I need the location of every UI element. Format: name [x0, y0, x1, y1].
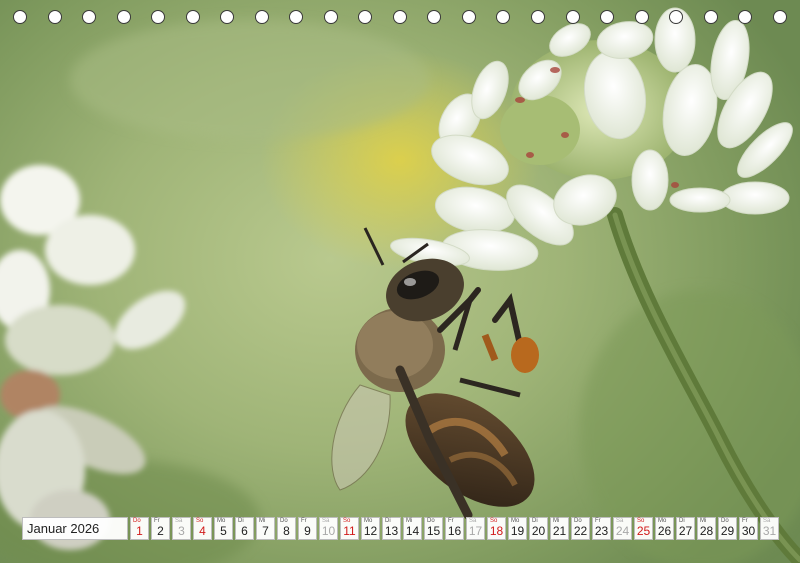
day-number: 22	[573, 524, 588, 538]
day-number: 19	[510, 524, 525, 538]
day-cell: Do 1	[130, 517, 149, 540]
day-cell: So 18	[487, 517, 506, 540]
day-cell: Di 27	[676, 517, 695, 540]
binding-hole	[392, 10, 407, 24]
binding-hole	[772, 10, 787, 24]
day-cell: So 11	[340, 517, 359, 540]
day-number: 29	[720, 524, 735, 538]
day-cell: Mo 26	[655, 517, 674, 540]
binding-hole	[82, 10, 97, 24]
day-number: 13	[384, 524, 399, 538]
binding-hole	[634, 10, 649, 24]
day-cell: Sa 10	[319, 517, 338, 540]
binding-hole	[47, 10, 62, 24]
binding-hole	[358, 10, 373, 24]
day-cell: Fr 2	[151, 517, 170, 540]
day-number: 2	[157, 524, 164, 538]
binding-hole	[703, 10, 718, 24]
binding-hole	[565, 10, 580, 24]
day-number: 6	[241, 524, 248, 538]
day-number: 24	[615, 524, 630, 538]
honeybee	[331, 227, 539, 520]
day-cell: So 4	[193, 517, 212, 540]
binding-hole	[461, 10, 476, 24]
day-number: 20	[531, 524, 546, 538]
day-number: 28	[699, 524, 714, 538]
day-cell: Mo 5	[214, 517, 233, 540]
calendar-strip: Januar 2026 Do 1 Fr 2 Sa 3 So 4 Mo 5 Di 6 Mi 7 Do 8 Fr 9 S…	[22, 517, 779, 540]
day-cell: Sa 3	[172, 517, 191, 540]
binding-hole	[530, 10, 545, 24]
day-number: 1	[136, 524, 143, 538]
day-number: 10	[321, 524, 336, 538]
clover-flower	[390, 7, 793, 271]
day-number: 4	[199, 524, 206, 538]
day-cell: Sa 17	[466, 517, 485, 540]
day-cell: Sa 31	[760, 517, 779, 540]
day-cell: Sa 24	[613, 517, 632, 540]
day-number: 30	[741, 524, 756, 538]
day-number: 26	[657, 524, 672, 538]
day-cell: Fr 30	[739, 517, 758, 540]
photo-bee-on-clover	[0, 7, 800, 563]
day-cell: Di 20	[529, 517, 548, 540]
binding-hole	[220, 10, 235, 24]
day-cell: Mo 12	[361, 517, 380, 540]
day-cell: Mi 14	[403, 517, 422, 540]
day-number: 18	[489, 524, 504, 538]
month-label: Januar 2026	[22, 517, 128, 540]
day-number: 31	[762, 524, 777, 538]
day-number: 23	[594, 524, 609, 538]
binding-holes	[13, 10, 787, 28]
day-number: 16	[447, 524, 462, 538]
day-cell: Mi 21	[550, 517, 569, 540]
binding-hole	[13, 10, 27, 24]
day-cell: Do 8	[277, 517, 296, 540]
day-cell: Mo 19	[508, 517, 527, 540]
binding-hole	[600, 10, 615, 24]
binding-hole	[427, 10, 442, 24]
day-number: 7	[262, 524, 269, 538]
day-cell: Fr 23	[592, 517, 611, 540]
day-cell: Do 29	[718, 517, 737, 540]
day-number: 17	[468, 524, 483, 538]
day-cell: Do 22	[571, 517, 590, 540]
day-number: 12	[363, 524, 378, 538]
day-cell: Fr 16	[445, 517, 464, 540]
day-cell: So 25	[634, 517, 653, 540]
day-number: 25	[636, 524, 651, 538]
day-cells: Do 1 Fr 2 Sa 3 So 4 Mo 5 Di 6 Mi 7 Do 8 Fr 9 Sa 10 So 11 Mo 12 D…	[130, 517, 779, 540]
day-cell: Mi 7	[256, 517, 275, 540]
calendar-page: Januar 2026 Do 1 Fr 2 Sa 3 So 4 Mo 5 Di 6 Mi 7 Do 8 Fr 9 S…	[0, 0, 800, 563]
binding-hole	[669, 10, 684, 24]
binding-hole	[254, 10, 269, 24]
day-number: 27	[678, 524, 693, 538]
day-cell: Di 13	[382, 517, 401, 540]
day-number: 11	[343, 524, 356, 538]
day-number: 8	[283, 524, 290, 538]
day-cell: Mi 28	[697, 517, 716, 540]
binding-hole	[738, 10, 753, 24]
day-number: 15	[426, 524, 441, 538]
day-number: 5	[220, 524, 227, 538]
day-cell: Di 6	[235, 517, 254, 540]
day-number: 14	[405, 524, 420, 538]
binding-hole	[151, 10, 166, 24]
binding-hole	[496, 10, 511, 24]
day-number: 21	[552, 524, 567, 538]
binding-hole	[185, 10, 200, 24]
binding-hole	[116, 10, 131, 24]
binding-hole	[323, 10, 338, 24]
binding-hole	[289, 10, 304, 24]
day-cell: Fr 9	[298, 517, 317, 540]
day-number: 3	[178, 524, 185, 538]
day-number: 9	[304, 524, 311, 538]
day-cell: Do 15	[424, 517, 443, 540]
